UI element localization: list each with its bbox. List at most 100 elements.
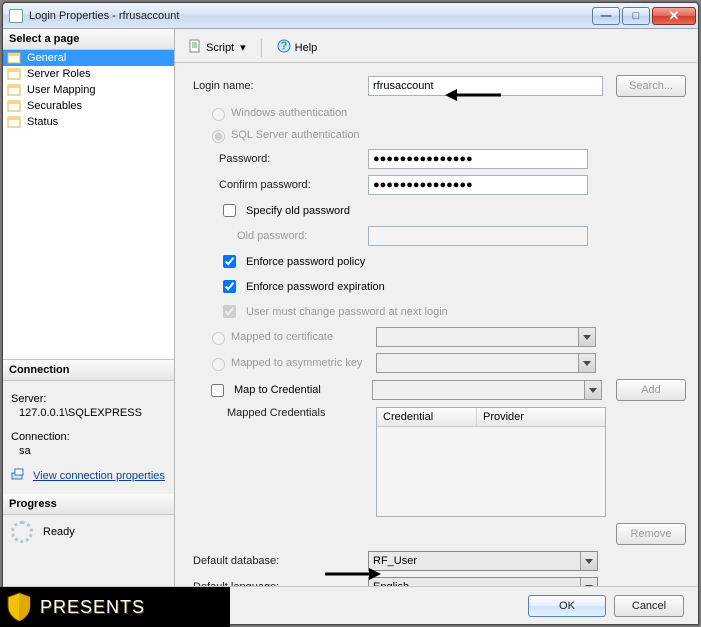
- remove-button: Remove: [616, 523, 686, 545]
- page-label: Securables: [27, 100, 82, 112]
- credential-combo[interactable]: [372, 380, 602, 400]
- must-change-label: User must change password at next login: [246, 306, 448, 318]
- app-icon: [9, 9, 23, 23]
- page-label: User Mapping: [27, 84, 95, 96]
- dialog-window: Login Properties - rfrusaccount — □ ✕ Se…: [2, 2, 699, 625]
- page-label: General: [27, 52, 66, 64]
- map-asym-radio: [212, 358, 225, 371]
- login-name-label: Login name:: [193, 80, 368, 92]
- login-name-input[interactable]: [368, 76, 603, 96]
- page-label: Server Roles: [27, 68, 91, 80]
- enforce-expiration-checkbox[interactable]: [223, 280, 236, 293]
- script-button[interactable]: Script ▾: [183, 36, 251, 59]
- connection-header: Connection: [3, 360, 174, 381]
- sql-auth-radio: [212, 130, 225, 143]
- asym-key-combo: [376, 353, 596, 373]
- page-label: Status: [27, 116, 58, 128]
- default-lang-label: Default language:: [193, 581, 368, 586]
- windows-auth-label: Windows authentication: [231, 107, 347, 119]
- titlebar[interactable]: Login Properties - rfrusaccount — □ ✕: [3, 3, 698, 29]
- certificate-combo: [376, 327, 596, 347]
- search-button: Search...: [616, 75, 686, 97]
- page-status[interactable]: Status: [3, 114, 174, 130]
- maximize-button[interactable]: □: [622, 7, 650, 25]
- add-button: Add: [616, 379, 686, 401]
- confirm-password-label: Confirm password:: [193, 179, 368, 191]
- col-credential: Credential: [377, 408, 477, 426]
- minimize-button[interactable]: —: [592, 7, 620, 25]
- help-icon: ?: [277, 39, 291, 56]
- map-cert-radio: [212, 332, 225, 345]
- script-icon: [188, 39, 202, 56]
- default-database-value: RF_User: [373, 555, 417, 567]
- presents-text: PRESENTS: [40, 597, 145, 618]
- progress-panel: Ready: [3, 515, 174, 549]
- presents-banner: PRESENTS: [0, 587, 230, 627]
- right-column: Script ▾ ? Help Login name: Search...: [175, 29, 698, 586]
- map-cert-label: Mapped to certificate: [231, 331, 376, 343]
- connection-label: Connection:: [11, 431, 166, 443]
- chevron-down-icon: [578, 354, 595, 372]
- toolbar-separator: [261, 39, 262, 57]
- page-securables[interactable]: Securables: [3, 98, 174, 114]
- script-label: Script: [206, 42, 234, 54]
- cancel-button[interactable]: Cancel: [614, 595, 684, 617]
- connection-icon: [11, 467, 27, 484]
- page-icon: [7, 83, 23, 97]
- page-icon: [7, 99, 23, 113]
- close-button[interactable]: ✕: [652, 7, 696, 25]
- form-area: Login name: Search... Windows authentica…: [175, 63, 698, 586]
- map-asym-label: Mapped to asymmetric key: [231, 357, 376, 369]
- shield-icon: [6, 592, 32, 622]
- enforce-policy-label: Enforce password policy: [246, 256, 365, 268]
- confirm-password-input[interactable]: [368, 175, 588, 195]
- progress-spinner-icon: [11, 521, 33, 543]
- dropdown-icon: ▾: [240, 41, 246, 54]
- enforce-policy-checkbox[interactable]: [223, 255, 236, 268]
- chevron-down-icon[interactable]: [580, 552, 597, 570]
- enforce-expiration-label: Enforce password expiration: [246, 281, 385, 293]
- view-connection-link[interactable]: View connection properties: [33, 470, 165, 482]
- server-label: Server:: [11, 393, 166, 405]
- page-icon: [7, 67, 23, 81]
- default-language-value: English: [373, 581, 409, 586]
- map-credential-label: Map to Credential: [234, 384, 321, 396]
- default-language-combo[interactable]: English: [368, 577, 598, 586]
- credentials-header: Credential Provider: [377, 408, 605, 427]
- page-user-mapping[interactable]: User Mapping: [3, 82, 174, 98]
- page-list: General Server Roles User Mapping Secura…: [3, 50, 174, 360]
- chevron-down-icon: [578, 328, 595, 346]
- mapped-credentials-label: Mapped Credentials: [193, 407, 376, 419]
- connection-value: sa: [11, 443, 166, 463]
- col-provider: Provider: [477, 408, 605, 426]
- password-label: Password:: [193, 153, 368, 165]
- connection-panel: Server: 127.0.0.1\SQLEXPRESS Connection:…: [3, 381, 174, 494]
- sql-auth-label: SQL Server authentication: [231, 129, 360, 141]
- specify-old-password-checkbox[interactable]: [223, 204, 236, 217]
- default-database-combo[interactable]: RF_User: [368, 551, 598, 571]
- select-page-header: Select a page: [3, 29, 174, 50]
- progress-header: Progress: [3, 494, 174, 515]
- chevron-down-icon: [584, 381, 601, 399]
- progress-value: Ready: [43, 526, 75, 538]
- chevron-down-icon[interactable]: [580, 578, 597, 586]
- page-icon: [7, 51, 23, 65]
- old-password-input: [368, 226, 588, 246]
- help-button[interactable]: ? Help: [272, 36, 323, 59]
- must-change-checkbox: [223, 305, 236, 318]
- left-column: Select a page General Server Roles User …: [3, 29, 175, 586]
- default-db-label: Default database:: [193, 555, 368, 567]
- specify-old-password-label: Specify old password: [246, 205, 350, 217]
- old-password-label: Old password:: [193, 230, 368, 242]
- window-title: Login Properties - rfrusaccount: [29, 10, 592, 22]
- toolbar: Script ▾ ? Help: [175, 33, 698, 63]
- content: Select a page General Server Roles User …: [3, 29, 698, 586]
- map-credential-checkbox[interactable]: [211, 384, 224, 397]
- page-icon: [7, 115, 23, 129]
- page-server-roles[interactable]: Server Roles: [3, 66, 174, 82]
- credentials-table[interactable]: Credential Provider: [376, 407, 606, 517]
- page-general[interactable]: General: [3, 50, 174, 66]
- ok-button[interactable]: OK: [528, 595, 606, 617]
- svg-text:?: ?: [280, 40, 287, 52]
- password-input[interactable]: [368, 149, 588, 169]
